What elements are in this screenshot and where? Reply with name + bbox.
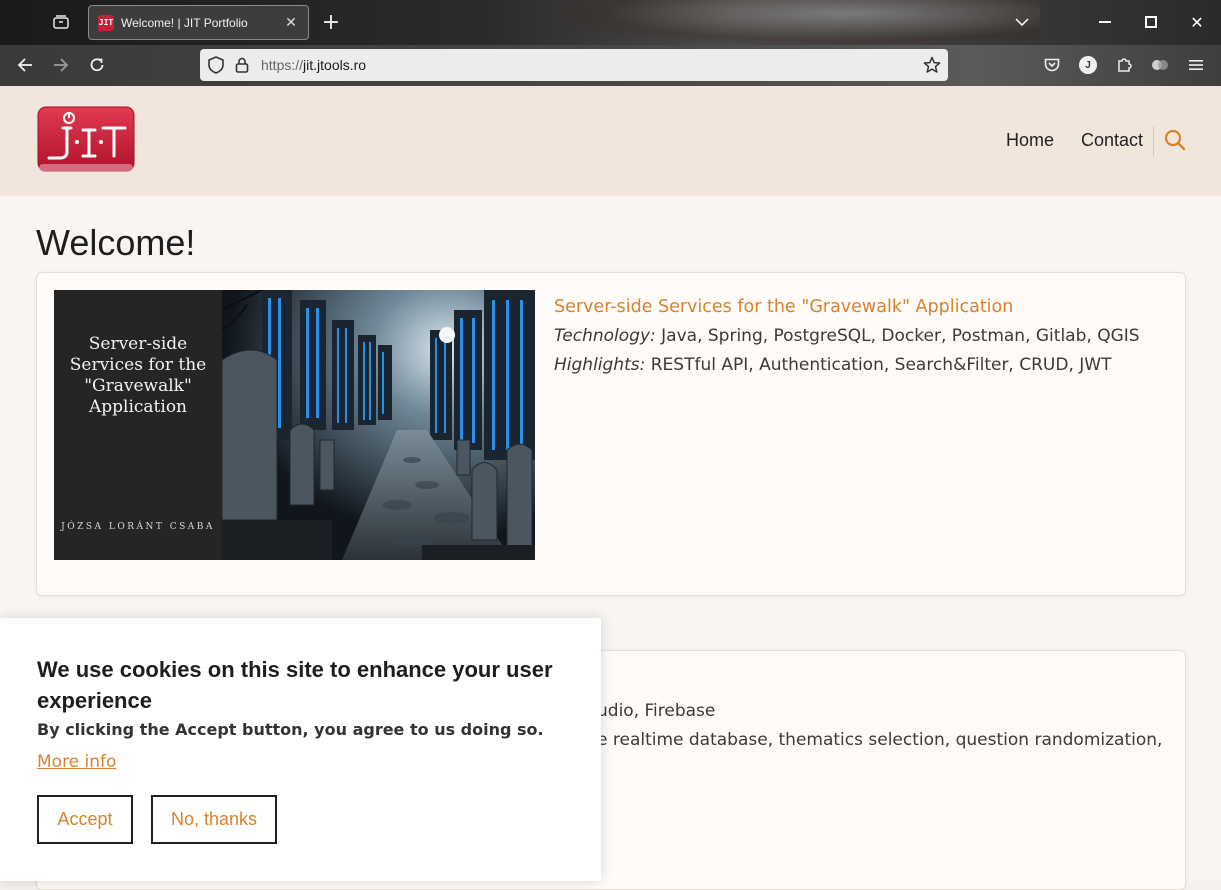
project-card: Server-side Services for the "Gravewalk"… — [36, 272, 1186, 596]
accept-button[interactable]: Accept — [37, 795, 133, 844]
technology-value: Java, Spring, PostgreSQL, Docker, Postma… — [661, 326, 1140, 346]
technology-line: Technology: Java, Spring, PostgreSQL, Do… — [554, 322, 1164, 351]
url-host: jit.jtools.ro — [303, 57, 367, 73]
minimize-icon[interactable] — [1091, 8, 1119, 36]
nav-divider — [1153, 126, 1154, 156]
image-title-text: Server-side Services for the "Gravewalk"… — [69, 334, 207, 417]
image-title-panel: Server-side Services for the "Gravewalk"… — [54, 290, 222, 560]
site-logo[interactable] — [37, 106, 135, 176]
reload-icon[interactable] — [83, 51, 111, 79]
page-title: Welcome! — [36, 222, 196, 263]
browser-nav-bar: https://jit.jtools.ro J — [0, 45, 1221, 86]
project-image[interactable]: Server-side Services for the "Gravewalk"… — [54, 290, 535, 560]
chevron-down-icon[interactable] — [1008, 8, 1036, 36]
decline-button[interactable]: No, thanks — [151, 795, 277, 844]
profile-avatar[interactable]: J — [1074, 51, 1102, 79]
star-icon[interactable] — [921, 54, 943, 76]
new-tab-plus-icon[interactable]: + — [318, 9, 344, 35]
shield-icon[interactable] — [205, 54, 227, 76]
cookie-subtext: By clicking the Accept button, you agree… — [37, 720, 544, 739]
arrow-left-icon[interactable] — [11, 51, 39, 79]
tab-list-icon[interactable] — [48, 9, 74, 35]
tab-title: Welcome! | JIT Portfolio — [121, 15, 248, 30]
technology-label: Technology: — [554, 326, 656, 346]
extension-icon[interactable] — [1146, 51, 1174, 79]
site-header: Home Contact — [0, 86, 1221, 196]
pocket-icon[interactable] — [1038, 51, 1066, 79]
address-bar[interactable]: https://jit.jtools.ro — [200, 49, 948, 81]
url-scheme: https:// — [261, 57, 304, 73]
project-title-link[interactable]: Server-side Services for the "Gravewalk"… — [554, 293, 1164, 322]
nav-home-link[interactable]: Home — [1006, 130, 1054, 151]
arrow-right-icon[interactable] — [47, 51, 75, 79]
puzzle-icon[interactable] — [1110, 51, 1138, 79]
highlights-value: RESTful API, Authentication, Search&Filt… — [650, 355, 1112, 375]
maximize-icon[interactable] — [1137, 8, 1165, 36]
browser-tab-active[interactable]: JIT Welcome! | JIT Portfolio ✕ — [88, 5, 309, 40]
image-author-text: JÓZSA LORÁNT CSABA — [61, 522, 215, 532]
url-text[interactable]: https://jit.jtools.ro — [261, 57, 921, 73]
close-tab-icon[interactable]: ✕ — [282, 14, 300, 32]
profile-initial: J — [1079, 56, 1097, 74]
lock-icon[interactable] — [231, 54, 253, 76]
cookie-banner: We use cookies on this site to enhance y… — [0, 618, 601, 881]
search-icon[interactable] — [1163, 128, 1187, 152]
hamburger-icon[interactable] — [1182, 51, 1210, 79]
project-details: Server-side Services for the "Gravewalk"… — [554, 293, 1164, 380]
favicon-icon: JIT — [98, 14, 114, 31]
browser-tab-bar: JIT Welcome! | JIT Portfolio ✕ + ✕ — [0, 0, 1221, 45]
highlights-label: Highlights: — [554, 355, 646, 375]
close-window-icon[interactable]: ✕ — [1183, 8, 1211, 36]
cookie-heading: We use cookies on this site to enhance y… — [37, 657, 553, 713]
graveyard-illustration — [222, 290, 535, 560]
more-info-link[interactable]: More info — [37, 752, 116, 772]
highlights-line: Highlights: RESTful API, Authentication,… — [554, 351, 1164, 380]
nav-contact-link[interactable]: Contact — [1081, 130, 1143, 151]
